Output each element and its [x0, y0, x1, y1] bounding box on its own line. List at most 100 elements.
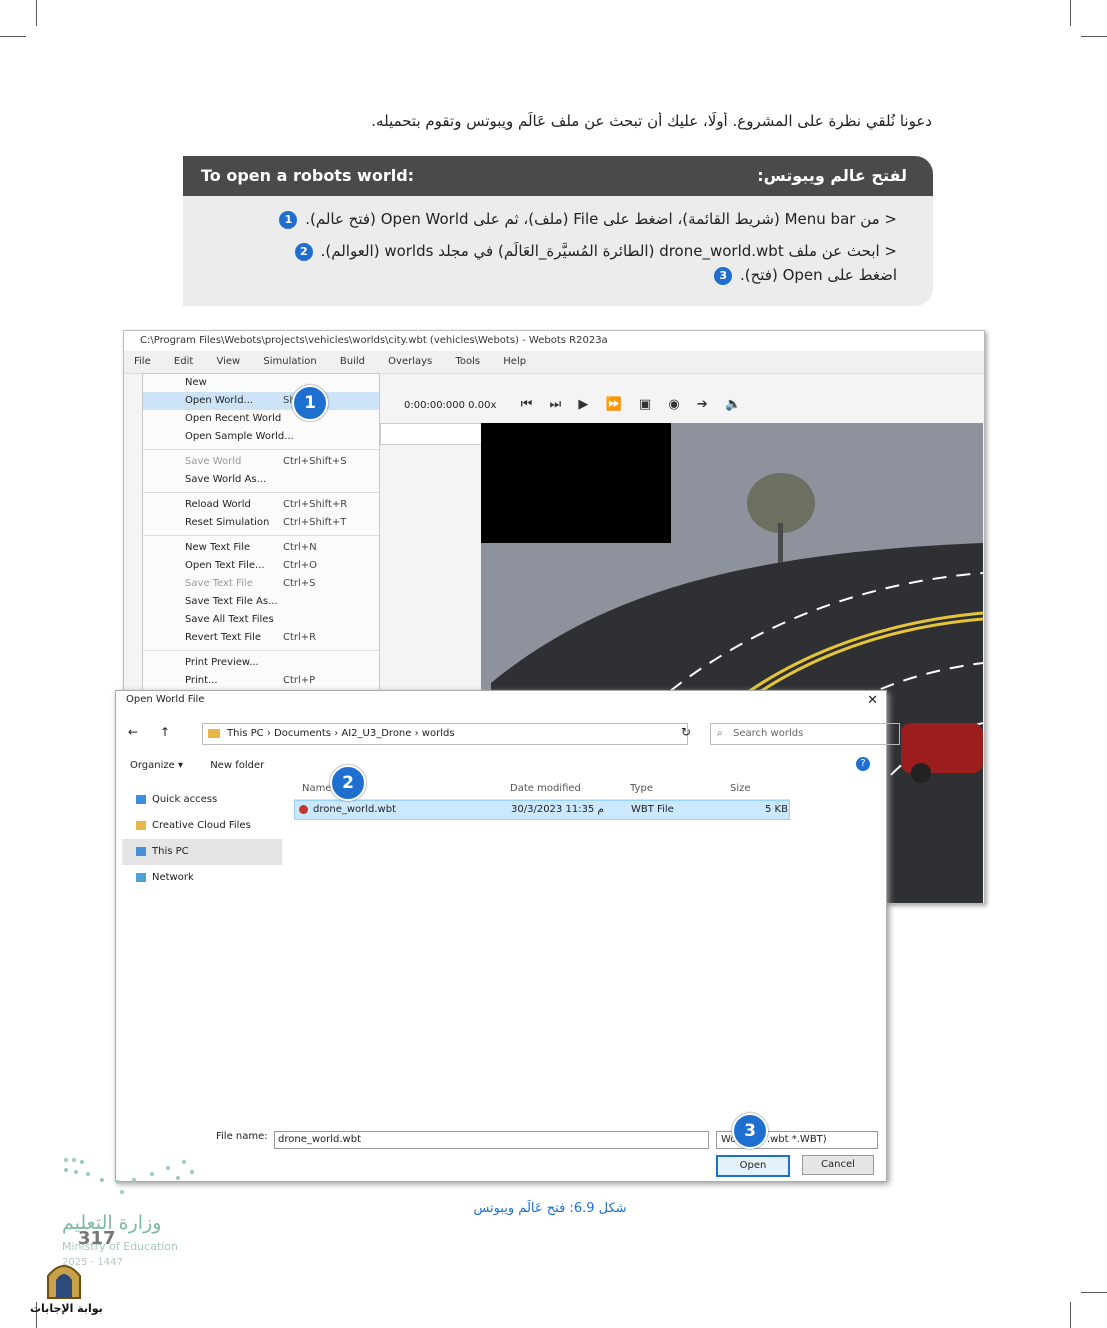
menu-separator	[143, 650, 379, 651]
page-number: 317	[78, 1228, 116, 1249]
nav-label: Quick access	[152, 794, 218, 805]
organize-button[interactable]: Organize	[130, 760, 175, 771]
step-icon[interactable]: ⏭	[549, 397, 561, 412]
step-back-icon[interactable]: ⏮	[521, 397, 533, 412]
up-arrow-icon[interactable]: ↑	[160, 725, 170, 739]
nav-label: Network	[152, 872, 194, 883]
back-arrow-icon[interactable]: ←	[128, 725, 138, 739]
screenshot-icon[interactable]: ▣	[639, 397, 651, 412]
menu-simulation[interactable]: Simulation	[263, 356, 316, 367]
menu-item-label: Print...	[185, 675, 218, 686]
menu-tools[interactable]: Tools	[455, 356, 480, 367]
menu-item-shortcut: Ctrl+Shift+S	[283, 456, 347, 467]
window-title: C:\Program Files\Webots\projects\vehicle…	[124, 331, 984, 351]
nav-quick-access[interactable]: Quick access	[122, 787, 282, 813]
file-row-drone-world[interactable]: drone_world.wbt 30/3/2023 11:35 م WBT Fi…	[294, 800, 790, 820]
nav-this-pc[interactable]: This PC	[122, 839, 282, 865]
menu-item-new-text-file[interactable]: New Text File Ctrl+N	[143, 539, 379, 557]
menu-separator	[143, 492, 379, 493]
menu-item-label: Save World As...	[185, 474, 267, 485]
address-bar[interactable]: This PC › Documents › AI2_U3_Drone › wor…	[202, 723, 688, 745]
menu-item-label: Open Sample World...	[185, 431, 294, 442]
intro-paragraph: دعونا نُلقي نظرة على المشروع. أولًا، علي…	[371, 112, 932, 130]
new-folder-button[interactable]: New folder	[210, 760, 264, 771]
menu-item-label: Save All Text Files	[185, 614, 274, 625]
search-placeholder: Search worlds	[733, 728, 804, 739]
simulation-time: 0:00:00:000 0.00x	[404, 400, 497, 411]
menu-item-save-world[interactable]: Save World Ctrl+Shift+S	[143, 453, 379, 471]
network-icon	[136, 873, 146, 882]
menu-item-reload-world[interactable]: Reload World Ctrl+Shift+R	[143, 496, 379, 514]
open-button[interactable]: Open	[716, 1155, 790, 1177]
crop-mark	[0, 36, 26, 37]
menu-item-shortcut: Ctrl+S	[283, 578, 316, 589]
callout-2: 2	[330, 765, 366, 801]
volume-icon[interactable]: 🔈	[725, 397, 741, 412]
navigation-pane: Quick access Creative Cloud Files This P…	[122, 787, 282, 891]
menu-item-save-text-file[interactable]: Save Text File Ctrl+S	[143, 575, 379, 593]
help-icon[interactable]: ?	[856, 757, 870, 771]
instruction-step-2: < ابحث عن ملف drone_world.wbt (الطائرة ا…	[292, 242, 897, 261]
menu-file[interactable]: File	[134, 356, 151, 367]
menu-item-label: Open Text File...	[185, 560, 265, 571]
brand-label: بوابة الإجابات	[30, 1302, 103, 1315]
crop-mark	[36, 0, 37, 26]
simulation-toolbar: 0:00:00:000 0.00x ⏮ ⏭ ▶ ⏩ ▣ ◉ ➔ 🔈	[404, 397, 979, 421]
menu-item-save-world-as[interactable]: Save World As...	[143, 471, 379, 489]
nav-label: This PC	[152, 846, 189, 857]
header-size[interactable]: Size	[730, 779, 751, 799]
play-icon[interactable]: ▶	[578, 397, 588, 412]
share-icon[interactable]: ➔	[697, 397, 708, 412]
breadcrumb-this-pc[interactable]: This PC	[227, 728, 264, 739]
menu-item-open-world[interactable]: Open World...Shift+O	[143, 392, 379, 410]
file-name-input[interactable]: drone_world.wbt	[274, 1131, 709, 1149]
header-name[interactable]: Name	[302, 779, 332, 799]
nav-label: Creative Cloud Files	[152, 820, 251, 831]
menu-item-label: New	[185, 377, 207, 388]
menu-item-reset-simulation[interactable]: Reset Simulation Ctrl+Shift+T	[143, 514, 379, 532]
close-icon[interactable]: ✕	[867, 693, 878, 708]
menu-view[interactable]: View	[216, 356, 240, 367]
menu-edit[interactable]: Edit	[174, 356, 193, 367]
fast-forward-icon[interactable]: ⏩	[606, 397, 622, 412]
menu-item-label: Save World	[185, 456, 242, 467]
crop-mark	[1070, 0, 1071, 26]
menu-item-shortcut: Ctrl+P	[283, 675, 316, 686]
menu-item-print[interactable]: Print... Ctrl+P	[143, 672, 379, 690]
search-icon: ⌕	[717, 728, 723, 739]
nav-network[interactable]: Network	[122, 865, 282, 891]
menu-item-open-recent-world[interactable]: Open Recent World	[143, 410, 379, 428]
refresh-icon[interactable]: ↻	[681, 725, 691, 739]
search-input[interactable]: ⌕ Search worlds	[710, 723, 900, 745]
menu-item-save-text-file-as[interactable]: Save Text File As...	[143, 593, 379, 611]
file-list-header: Name Date modified Type Size	[294, 779, 790, 800]
step-3-number: 3	[714, 266, 733, 285]
step-2-text: < ابحث عن ملف drone_world.wbt (الطائرة ا…	[320, 242, 897, 260]
breadcrumb-worlds[interactable]: worlds	[422, 728, 455, 739]
header-type[interactable]: Type	[630, 779, 653, 799]
breadcrumb-project[interactable]: AI2_U3_Drone	[341, 728, 411, 739]
file-name: drone_world.wbt	[313, 804, 397, 815]
menu-item-open-sample-world[interactable]: Open Sample World...	[143, 428, 379, 446]
movie-icon[interactable]: ◉	[668, 397, 679, 412]
computer-icon	[136, 847, 146, 856]
star-icon	[136, 795, 146, 804]
nav-creative-cloud[interactable]: Creative Cloud Files	[122, 813, 282, 839]
webots-file-icon	[299, 805, 308, 814]
menu-item-open-text-file[interactable]: Open Text File... Ctrl+O	[143, 557, 379, 575]
scene-tree-filter[interactable]	[380, 423, 482, 445]
folder-icon	[208, 729, 220, 738]
menu-item-print-preview[interactable]: Print Preview...	[143, 654, 379, 672]
instruction-box-header: To open a robots world: لفتح عالم ويبوتس…	[183, 156, 933, 196]
menu-build[interactable]: Build	[340, 356, 365, 367]
breadcrumb-documents[interactable]: Documents	[274, 728, 331, 739]
file-name-label: File name:	[216, 1131, 268, 1142]
menu-item-new[interactable]: New	[143, 374, 379, 392]
cancel-button[interactable]: Cancel	[802, 1155, 874, 1175]
header-date[interactable]: Date modified	[510, 779, 581, 799]
menu-item-save-all-text-files[interactable]: Save All Text Files	[143, 611, 379, 629]
menu-help[interactable]: Help	[503, 356, 526, 367]
menu-item-revert-text-file[interactable]: Revert Text File Ctrl+R	[143, 629, 379, 647]
menu-item-shortcut: Ctrl+O	[283, 560, 318, 571]
menu-overlays[interactable]: Overlays	[388, 356, 432, 367]
